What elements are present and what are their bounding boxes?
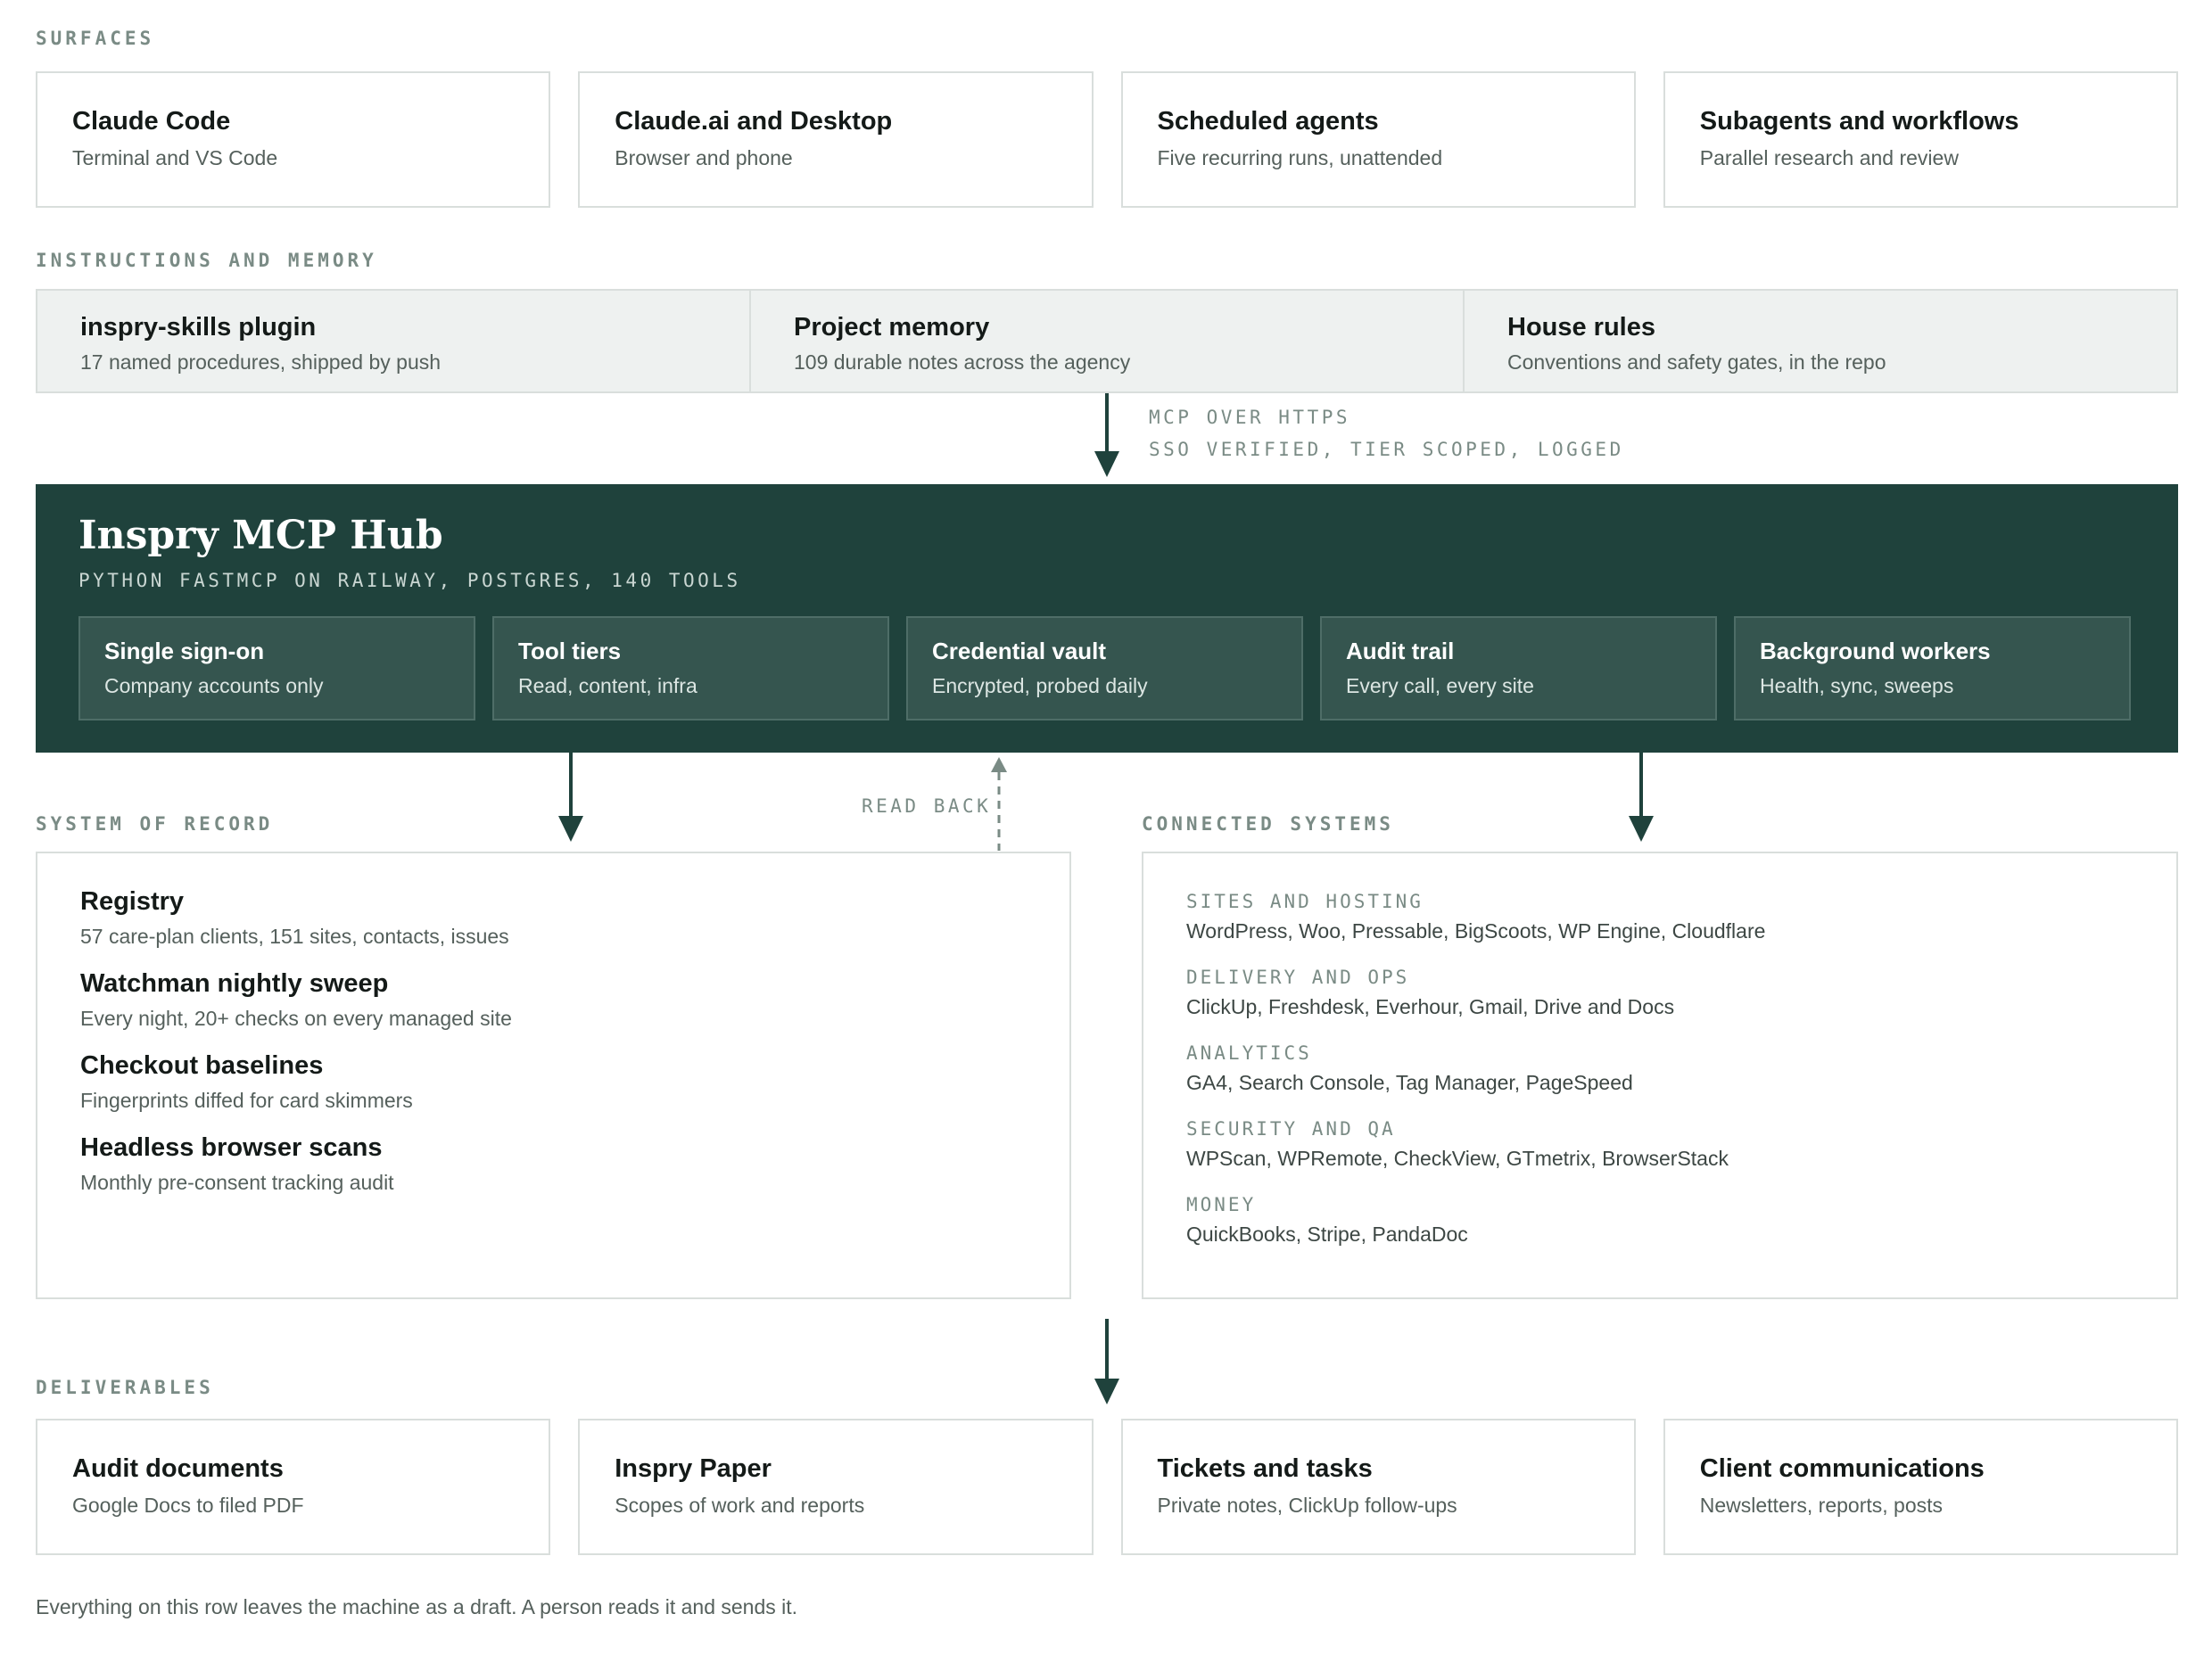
- card-subtitle: Five recurring runs, unattended: [1157, 145, 1443, 169]
- deliverable-card-client-communications: Client communications Newsletters, repor…: [1663, 1419, 2178, 1555]
- instruction-cell-skills-plugin: inspry-skills plugin 17 named procedures…: [37, 291, 751, 391]
- group-items: WordPress, Woo, Pressable, BigScoots, WP…: [1186, 919, 1766, 943]
- feature-title: Credential vault: [932, 638, 1107, 664]
- card-subtitle: Parallel research and review: [1699, 145, 1959, 169]
- record-item-headless-scans: Headless browser scans Monthly pre-conse…: [80, 1133, 1069, 1195]
- arrow-up-icon: [991, 757, 1007, 772]
- group-label: MONEY: [1186, 1194, 1257, 1215]
- section-label-connected-systems: CONNECTED SYSTEMS: [1142, 813, 1394, 835]
- hub-feature-sso: Single sign-on Company accounts only: [78, 616, 475, 720]
- group-label: SITES AND HOSTING: [1186, 891, 1424, 912]
- section-label-deliverables: DELIVERABLES: [36, 1377, 214, 1398]
- feature-title: Single sign-on: [104, 638, 265, 664]
- card-subtitle: Google Docs to filed PDF: [72, 1493, 304, 1517]
- deliverable-card-audit-documents: Audit documents Google Docs to filed PDF: [36, 1419, 551, 1555]
- surface-card-scheduled-agents: Scheduled agents Five recurring runs, un…: [1120, 71, 1636, 208]
- record-item-watchman: Watchman nightly sweep Every night, 20+ …: [80, 969, 1069, 1031]
- group-label: SECURITY AND QA: [1186, 1118, 1396, 1140]
- feature-subtitle: Health, sync, sweeps: [1760, 674, 1954, 697]
- section-label-instructions: INSTRUCTIONS AND MEMORY: [36, 250, 377, 271]
- surface-card-claude-code: Claude Code Terminal and VS Code: [36, 71, 551, 208]
- hub-features: Single sign-on Company accounts only Too…: [78, 616, 2131, 720]
- record-subtitle: Fingerprints diffed for card skimmers: [80, 1089, 413, 1112]
- feature-subtitle: Read, content, infra: [518, 674, 697, 697]
- deliverables-note: Everything on this row leaves the machin…: [36, 1595, 798, 1618]
- feature-subtitle: Company accounts only: [104, 674, 324, 697]
- card-title: Audit documents: [72, 1454, 284, 1483]
- transport-label-line2: SSO VERIFIED, TIER SCOPED, LOGGED: [1149, 439, 1624, 460]
- group-items: WPScan, WPRemote, CheckView, GTmetrix, B…: [1186, 1147, 1729, 1170]
- card-title: Subagents and workflows: [1699, 107, 2019, 136]
- surface-card-subagents: Subagents and workflows Parallel researc…: [1663, 71, 2178, 208]
- cell-title: inspry-skills plugin: [80, 313, 317, 342]
- arrow-down-icon: [1094, 451, 1119, 477]
- hub-feature-background-workers: Background workers Health, sync, sweeps: [1734, 616, 2131, 720]
- deliverables-row: Audit documents Google Docs to filed PDF…: [36, 1419, 2178, 1555]
- card-title: Client communications: [1699, 1454, 1985, 1483]
- group-items: QuickBooks, Stripe, PandaDoc: [1186, 1223, 1468, 1246]
- hub-feature-audit-trail: Audit trail Every call, every site: [1320, 616, 1717, 720]
- card-title: Tickets and tasks: [1157, 1454, 1373, 1483]
- group-label: ANALYTICS: [1186, 1042, 1312, 1064]
- arrow-down-icon: [558, 816, 583, 842]
- card-subtitle: Newsletters, reports, posts: [1699, 1493, 1944, 1517]
- feature-title: Background workers: [1760, 638, 1991, 664]
- group-label: DELIVERY AND OPS: [1186, 967, 1410, 988]
- record-title: Headless browser scans: [80, 1133, 383, 1162]
- section-label-system-of-record: SYSTEM OF RECORD: [36, 813, 274, 835]
- section-label-surfaces: SURFACES: [36, 28, 155, 49]
- mcp-hub: Inspry MCP Hub PYTHON FASTMCP ON RAILWAY…: [36, 484, 2178, 753]
- card-title: Claude Code: [72, 107, 231, 136]
- card-subtitle: Scopes of work and reports: [615, 1493, 865, 1517]
- feature-subtitle: Every call, every site: [1346, 674, 1534, 697]
- record-title: Watchman nightly sweep: [80, 969, 389, 998]
- deliverable-card-tickets-tasks: Tickets and tasks Private notes, ClickUp…: [1120, 1419, 1636, 1555]
- cell-subtitle: 109 durable notes across the agency: [794, 350, 1131, 374]
- arrow-down-icon: [1094, 1379, 1119, 1404]
- read-back-label: READ BACK: [862, 795, 992, 817]
- surface-card-claude-ai: Claude.ai and Desktop Browser and phone: [578, 71, 1094, 208]
- connected-group-money: MONEY QuickBooks, Stripe, PandaDoc: [1186, 1194, 2176, 1247]
- card-subtitle: Private notes, ClickUp follow-ups: [1157, 1493, 1457, 1517]
- connected-group-security-qa: SECURITY AND QA WPScan, WPRemote, CheckV…: [1186, 1118, 2176, 1171]
- cell-title: Project memory: [794, 313, 990, 342]
- cell-title: House rules: [1507, 313, 1655, 342]
- surfaces-row: Claude Code Terminal and VS Code Claude.…: [36, 71, 2178, 208]
- instructions-band: inspry-skills plugin 17 named procedures…: [36, 289, 2178, 393]
- card-subtitle: Browser and phone: [615, 145, 793, 169]
- connected-group-delivery-ops: DELIVERY AND OPS ClickUp, Freshdesk, Eve…: [1186, 967, 2176, 1019]
- deliverable-card-inspry-paper: Inspry Paper Scopes of work and reports: [578, 1419, 1094, 1555]
- record-subtitle: 57 care-plan clients, 151 sites, contact…: [80, 925, 509, 948]
- transport-label-line1: MCP OVER HTTPS: [1149, 407, 1351, 428]
- cell-subtitle: 17 named procedures, shipped by push: [80, 350, 442, 374]
- arrow-down-icon: [1629, 816, 1654, 842]
- record-subtitle: Monthly pre-consent tracking audit: [80, 1171, 394, 1194]
- hub-title: Inspry MCP Hub: [78, 513, 443, 558]
- feature-subtitle: Encrypted, probed daily: [932, 674, 1148, 697]
- record-subtitle: Every night, 20+ checks on every managed…: [80, 1007, 512, 1030]
- record-item-checkout-baselines: Checkout baselines Fingerprints diffed f…: [80, 1051, 1069, 1113]
- card-title: Claude.ai and Desktop: [615, 107, 893, 136]
- hub-subtitle: PYTHON FASTMCP ON RAILWAY, POSTGRES, 140…: [78, 570, 741, 591]
- architecture-diagram: SURFACES Claude Code Terminal and VS Cod…: [0, 0, 2212, 1655]
- card-subtitle: Terminal and VS Code: [72, 145, 278, 169]
- connected-systems-panel: SITES AND HOSTING WordPress, Woo, Pressa…: [1142, 852, 2178, 1299]
- system-of-record-panel: Registry 57 care-plan clients, 151 sites…: [36, 852, 1071, 1299]
- record-item-registry: Registry 57 care-plan clients, 151 sites…: [80, 887, 1069, 949]
- hub-feature-credential-vault: Credential vault Encrypted, probed daily: [906, 616, 1303, 720]
- feature-title: Tool tiers: [518, 638, 622, 664]
- instruction-cell-project-memory: Project memory 109 durable notes across …: [751, 291, 1465, 391]
- record-title: Checkout baselines: [80, 1051, 324, 1080]
- connected-group-analytics: ANALYTICS GA4, Search Console, Tag Manag…: [1186, 1042, 2176, 1095]
- connected-group-sites-hosting: SITES AND HOSTING WordPress, Woo, Pressa…: [1186, 891, 2176, 943]
- record-title: Registry: [80, 887, 185, 916]
- group-items: GA4, Search Console, Tag Manager, PageSp…: [1186, 1071, 1633, 1094]
- hub-feature-tool-tiers: Tool tiers Read, content, infra: [492, 616, 889, 720]
- card-title: Inspry Paper: [615, 1454, 772, 1483]
- feature-title: Audit trail: [1346, 638, 1455, 664]
- instruction-cell-house-rules: House rules Conventions and safety gates…: [1465, 291, 2176, 391]
- card-title: Scheduled agents: [1157, 107, 1379, 136]
- group-items: ClickUp, Freshdesk, Everhour, Gmail, Dri…: [1186, 995, 1675, 1018]
- cell-subtitle: Conventions and safety gates, in the rep…: [1507, 350, 1886, 374]
